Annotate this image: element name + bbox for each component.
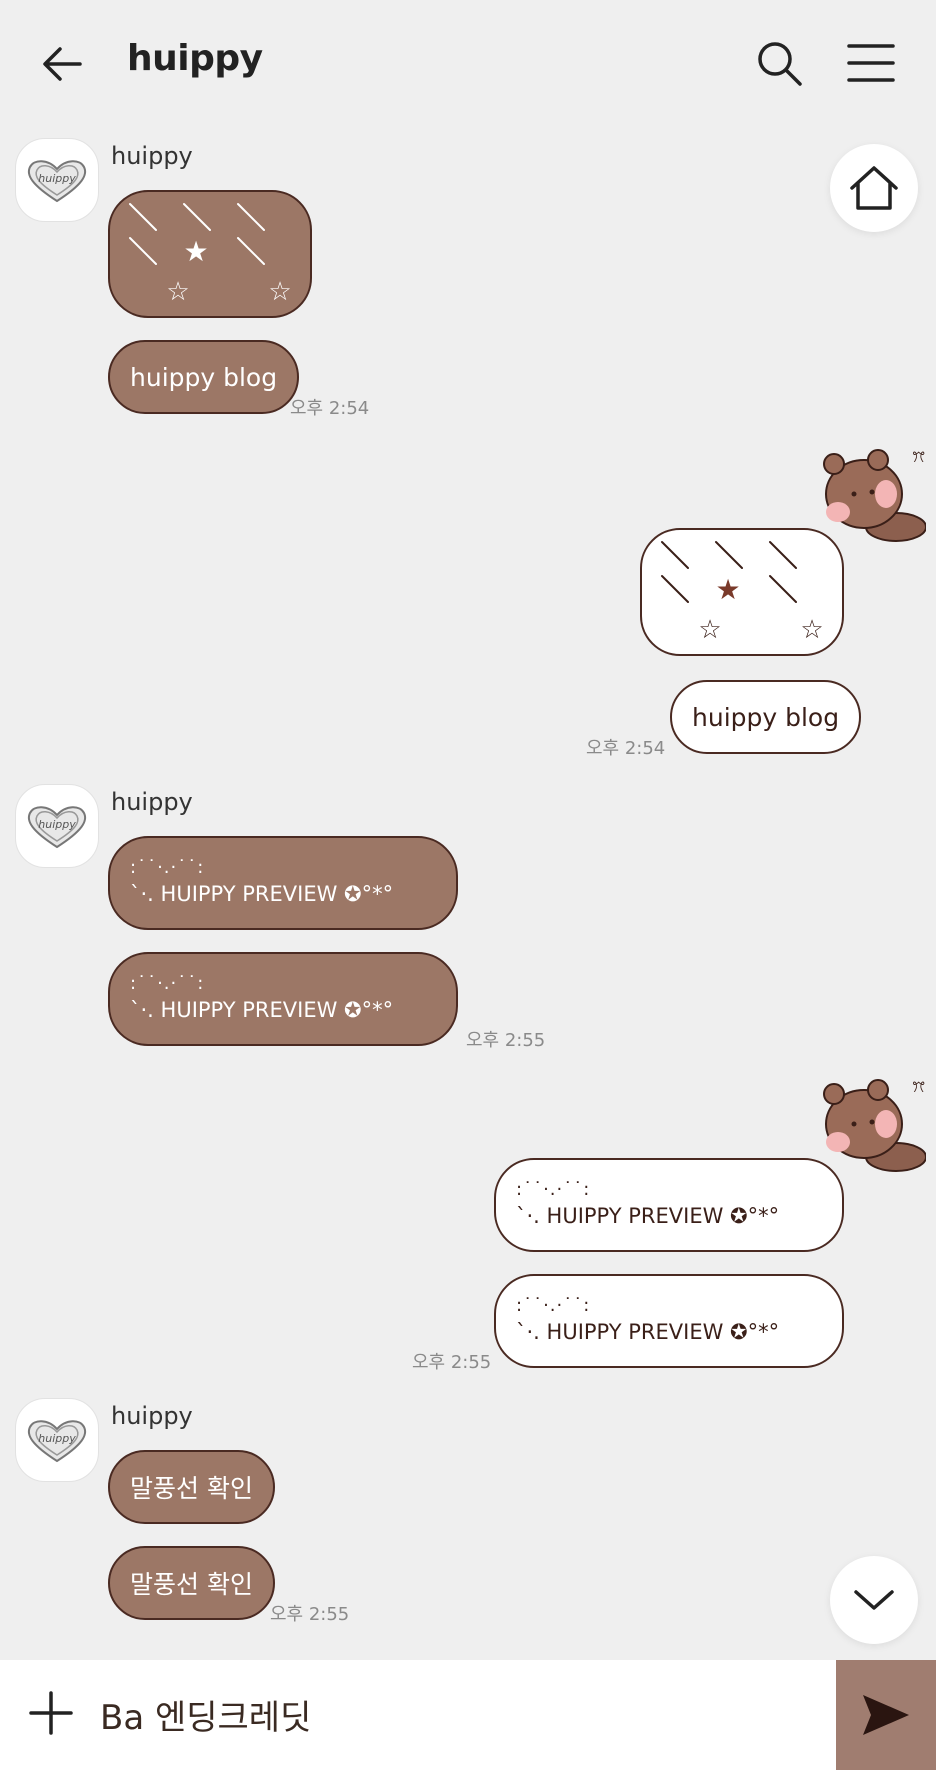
message-text: `·. HUIPPY PREVIEW ✪°*°: [130, 882, 394, 906]
heart-logo-icon: huippy: [27, 806, 87, 849]
star-pattern-icon: ★ ☆ ☆: [661, 541, 824, 645]
scroll-down-button[interactable]: [830, 1556, 918, 1644]
avatar-logo-text: huippy: [38, 172, 76, 185]
pattern-bubble[interactable]: ★ ☆ ☆: [108, 190, 312, 318]
message-bubble[interactable]: 말풍선 확인: [108, 1450, 275, 1524]
svg-text:☆: ☆: [166, 277, 189, 307]
chat-header: huippy: [0, 0, 936, 130]
chevron-down-icon: [854, 1590, 894, 1610]
bear-sticker-icon: ꔫ: [823, 1079, 926, 1172]
avatar[interactable]: huippy: [15, 1398, 99, 1482]
message-text: `·. HUIPPY PREVIEW ✪°*°: [516, 1204, 780, 1228]
message-text: `·. HUIPPY PREVIEW ✪°*°: [516, 1320, 780, 1344]
preview-bubble[interactable]: :˙˙·.·˙˙: `·. HUIPPY PREVIEW ✪°*°: [108, 952, 458, 1046]
message-time: 오후 2:54: [586, 738, 666, 759]
message-text: huippy blog: [130, 362, 278, 392]
svg-text:huippy: huippy: [38, 1432, 76, 1445]
svg-text:ꔫ: ꔫ: [912, 450, 925, 466]
deco-text: :˙˙·.·˙˙:: [130, 857, 205, 878]
chat-title: huippy: [127, 38, 263, 79]
message-input[interactable]: Ba 엔딩크레딧: [100, 1690, 311, 1739]
message-time: 오후 2:55: [466, 1030, 546, 1051]
avatar[interactable]: huippy: [15, 784, 99, 868]
heart-logo-icon: huippy: [27, 1420, 87, 1463]
pattern-bubble[interactable]: ★ ☆ ☆: [640, 528, 844, 656]
message-input-bar: Ba 엔딩크레딧: [0, 1660, 936, 1770]
svg-text:☆: ☆: [800, 615, 823, 645]
sender-name: huippy: [111, 1402, 193, 1430]
preview-bubble[interactable]: :˙˙·.·˙˙: `·. HUIPPY PREVIEW ✪°*°: [108, 836, 458, 930]
deco-text: :˙˙·.·˙˙:: [130, 973, 205, 994]
send-button[interactable]: [836, 1660, 936, 1770]
message-time: 오후 2:54: [290, 398, 370, 419]
message-text: 말풍선 확인: [130, 1570, 253, 1599]
message-bubble[interactable]: 말풍선 확인: [108, 1546, 275, 1620]
sender-name: huippy: [111, 788, 193, 816]
plus-icon[interactable]: [28, 1690, 74, 1736]
svg-text:☆: ☆: [268, 277, 291, 307]
avatar[interactable]: huippy: [15, 138, 99, 222]
home-icon: [850, 166, 898, 210]
message-text: huippy blog: [692, 702, 840, 732]
deco-text: :˙˙·.·˙˙:: [516, 1295, 591, 1316]
message-text: 말풍선 확인: [130, 1474, 253, 1503]
preview-bubble[interactable]: :˙˙·.·˙˙: `·. HUIPPY PREVIEW ✪°*°: [494, 1274, 844, 1368]
home-button[interactable]: [830, 144, 918, 232]
heart-logo-icon: huippy: [27, 160, 87, 203]
preview-bubble[interactable]: :˙˙·.·˙˙: `·. HUIPPY PREVIEW ✪°*°: [494, 1158, 844, 1252]
deco-text: :˙˙·.·˙˙:: [516, 1179, 591, 1200]
search-icon[interactable]: [754, 38, 804, 88]
svg-text:huippy: huippy: [38, 818, 76, 831]
message-time: 오후 2:55: [412, 1352, 492, 1373]
send-icon: [863, 1695, 909, 1735]
message-bubble[interactable]: huippy blog: [108, 340, 300, 414]
arrow-left-icon[interactable]: [38, 40, 86, 88]
message-bubble[interactable]: huippy blog: [670, 680, 862, 754]
svg-text:☆: ☆: [698, 615, 721, 645]
sender-name: huippy: [111, 142, 193, 170]
message-time: 오후 2:55: [270, 1604, 350, 1625]
hamburger-menu-icon[interactable]: [846, 40, 896, 86]
svg-text:★: ★: [183, 235, 208, 268]
svg-text:★: ★: [715, 573, 740, 606]
svg-text:ꔫ: ꔫ: [912, 1080, 925, 1096]
message-text: `·. HUIPPY PREVIEW ✪°*°: [130, 998, 394, 1022]
star-pattern-icon: ★ ☆ ☆: [129, 203, 292, 307]
